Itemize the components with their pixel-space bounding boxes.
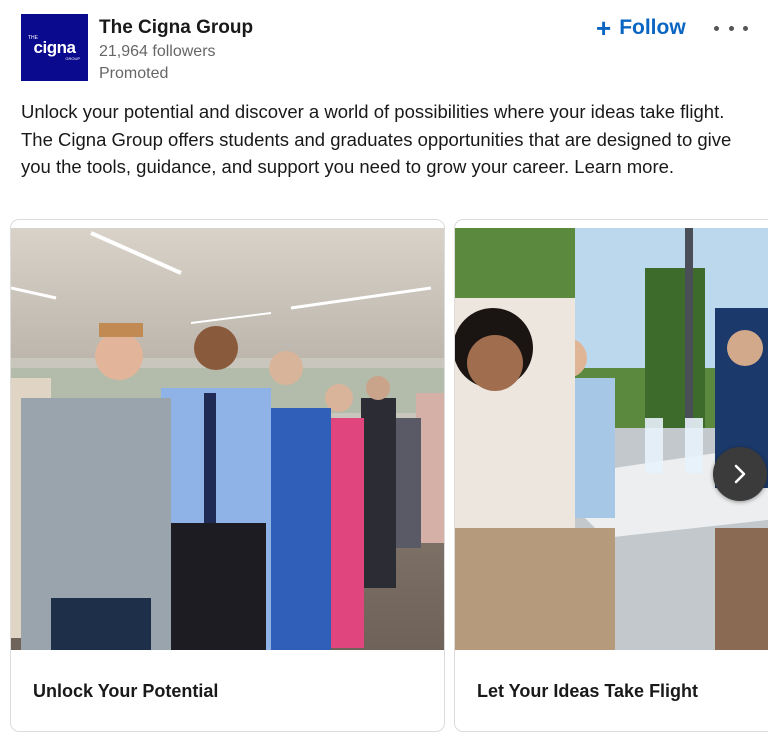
office-group-photo[interactable] (11, 228, 444, 650)
carousel-next-button[interactable] (713, 447, 767, 501)
company-logo[interactable]: THE cigna GROUP (21, 14, 88, 81)
carousel-card[interactable]: Unlock Your Potential (10, 219, 445, 732)
post-header: THE cigna GROUP The Cigna Group 21,964 f… (21, 14, 751, 84)
promoted-label: Promoted (99, 65, 169, 82)
more-dot (728, 25, 734, 31)
follow-button[interactable]: + Follow (596, 14, 686, 42)
more-icon[interactable] (714, 20, 748, 36)
chevron-right-icon (734, 464, 746, 484)
carousel-card-title: Unlock Your Potential (33, 681, 219, 701)
meeting-table-photo[interactable] (455, 228, 768, 650)
more-dot (714, 25, 719, 31)
logo-text: cigna (33, 37, 76, 57)
carousel-card-title: Let Your Ideas Take Flight (477, 681, 699, 701)
logo-sub-text: GROUP (65, 55, 80, 61)
plus-icon: + (596, 13, 612, 43)
post-description[interactable]: Unlock your potential and discover a wor… (21, 98, 741, 181)
follow-label: Follow (619, 16, 686, 39)
company-name-link[interactable]: The Cigna Group (99, 17, 253, 39)
follower-count: 21,964 followers (99, 43, 216, 60)
more-dot (743, 25, 748, 31)
sponsored-post-card: THE cigna GROUP The Cigna Group 21,964 f… (0, 0, 768, 749)
